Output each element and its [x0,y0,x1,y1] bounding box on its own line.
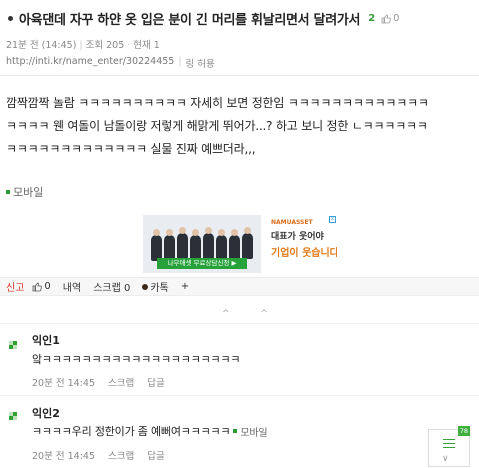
ad-cta[interactable]: 나무애셋 무료상담신청 ▶ [157,258,247,269]
post-body: 깜짝깜짝 놀람 ㅋㅋㅋㅋㅋㅋㅋㅋㅋㅋ 자세히 보면 정한임 ㅋㅋㅋㅋㅋㅋㅋㅋㅋㅋ… [6,92,476,161]
kakao-label: 카톡 [150,283,169,294]
comment-time: 20분 전 14:45 [32,451,95,462]
comment-time: 20분 전 14:45 [32,378,95,389]
divider [0,323,479,324]
body-line: ㅋㅋㅋㅋ 웬 여돌이 남돌이랑 저렇게 해맑게 뛰어가...? 하고 보니 정한… [6,119,428,133]
report-button[interactable]: 신고 [6,279,24,294]
post-title[interactable]: 아육댄데 자꾸 하얀 옷 입은 분이 긴 머리를 휘날리면서 달려가서 [19,9,361,28]
comment-meta: 20분 전 14:45 스크랩 답글 [32,448,165,462]
divider [0,75,479,76]
comment-scrap-button[interactable]: 스크랩 [108,378,134,389]
comment-meta: 20분 전 14:45 스크랩 답글 [32,375,165,389]
post-header: 아육댄데 자꾸 하얀 옷 입은 분이 긴 머리를 휘날리면서 달려가서 2 0 [0,0,479,36]
comment-nav-chevrons[interactable]: ^ ^ [222,309,282,319]
kakao-share-button[interactable]: 카톡 [142,279,169,294]
comment-count: 2 [368,13,376,24]
float-badge: 78 [457,426,470,436]
like-button-count: 0 [44,281,51,292]
mobile-square-icon [233,429,238,433]
kakao-dot-icon [142,283,149,290]
post-time: 21분 전 (14:45) [6,40,77,51]
scrap-button[interactable]: 스크랩 0 [93,279,130,294]
ad-brand: NAMUASSET [271,219,313,226]
ad-line2: 기업이 웃습니다 [271,248,337,259]
ad-line1: 대표가 웃어야 [271,232,324,242]
body-line: ㅋㅋㅋㅋㅋㅋㅋㅋㅋㅋㅋㅋㅋ 실물 진짜 예쁘더라,,, [6,142,256,156]
comment-author: 익인1 [32,334,60,347]
body-line: 깜짝깜짝 놀람 ㅋㅋㅋㅋㅋㅋㅋㅋㅋㅋ 자세히 보면 정한임 ㅋㅋㅋㅋㅋㅋㅋㅋㅋㅋ… [6,96,429,110]
mobile-label: 모바일 [13,186,44,199]
title-row: 아육댄데 자꾸 하얀 옷 입은 분이 긴 머리를 휘날리면서 달려가서 2 0 [6,9,473,28]
post-views: 조회 205 [85,40,125,51]
divider [0,395,479,396]
chevron-down-icon: ∨ [442,454,449,464]
comment-text: 앜ㅋㅋㅋㅋㅋㅋㅋㅋㅋㅋㅋㅋㅋㅋㅋㅋㅋㅋㅋㅋ [32,353,241,366]
thumbs-up-icon [381,14,391,23]
action-bar: 신고 0 내역 스크랩 0 카톡 + [0,277,479,296]
comment-scrap-button[interactable]: 스크랩 [108,451,134,462]
ad-close-icon[interactable]: x [329,216,336,223]
ad-photo: 나무애셋 무료상담신청 ▶ [143,215,261,273]
mobile-square-icon [6,190,10,194]
comment-mobile-tag: 모바일 [233,424,268,439]
post-url[interactable]: http://inti.kr/name_enter/30224455 [6,56,174,70]
url-row: http://inti.kr/name_enter/30224455 | 링 허… [6,56,215,70]
list-icon [443,439,455,451]
comment-text: ㅋㅋㅋㅋ우리 정한이가 좀 예뻐여ㅋㅋㅋㅋㅋ [32,425,231,438]
comment-mobile-label: 모바일 [240,427,268,439]
link-allow: 링 허용 [185,59,215,70]
comment-text-row: ㅋㅋㅋㅋ우리 정한이가 좀 예뻐여ㅋㅋㅋㅋㅋ 모바일 [32,423,268,439]
mobile-tag: 모바일 [6,184,43,200]
like-button[interactable]: 0 [32,281,51,292]
post-current: 현재 1 [133,40,160,51]
ad-banner[interactable]: 나무애셋 무료상담신청 ▶ NAMUASSET 대표가 웃어야 기업이 웃습니다… [143,215,337,273]
comment-author: 익인2 [32,407,60,420]
green-grid-icon [9,341,18,350]
like-count: 0 [381,13,400,24]
floating-menu-button[interactable]: 78 ∨ [428,426,470,467]
more-button[interactable]: + [181,281,189,292]
thumbs-up-icon [33,282,43,291]
green-grid-icon [9,412,18,421]
comment-reply-button[interactable]: 답글 [147,378,164,389]
ad-text: NAMUASSET 대표가 웃어야 기업이 웃습니다 [261,215,337,273]
post-meta: 21분 전 (14:45) | 조회 205 · 현재 1 [6,40,160,51]
history-button[interactable]: 내역 [63,279,81,294]
bullet-icon [8,16,13,21]
like-count-value: 0 [393,13,400,24]
comment-reply-button[interactable]: 답글 [147,451,164,462]
